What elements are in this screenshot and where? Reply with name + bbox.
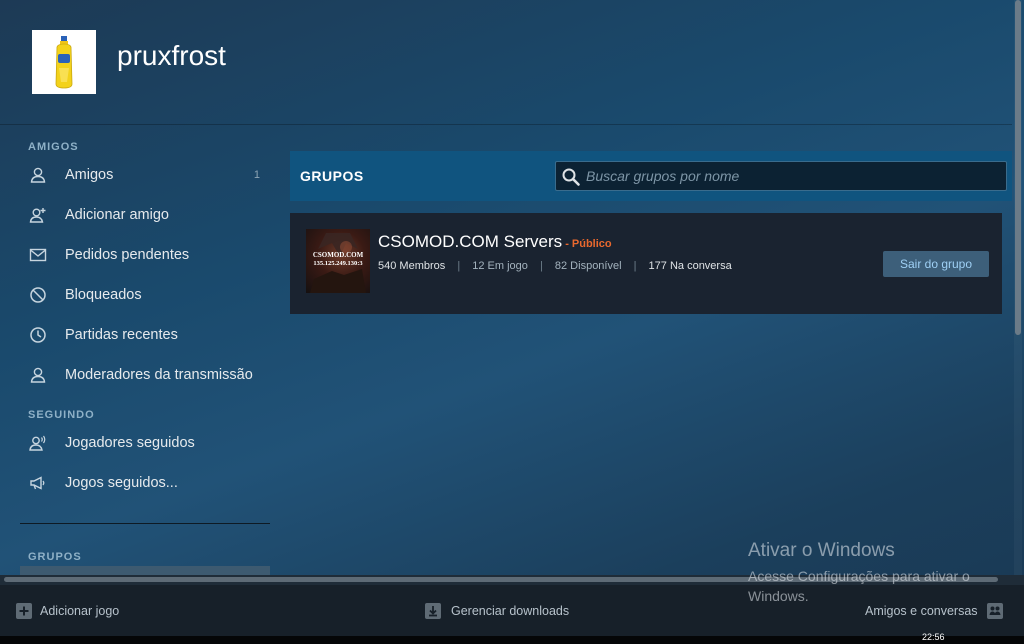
sidebar-item-blocked[interactable]: Bloqueados	[28, 280, 270, 310]
plus-icon	[16, 602, 32, 619]
group-name[interactable]: CSOMOD.COM Servers	[378, 232, 562, 251]
sidebar-divider	[20, 523, 270, 524]
stats-separator: |	[539, 260, 543, 272]
sidebar-item-followed-players[interactable]: Jogadores seguidos	[28, 428, 270, 458]
watermark-title: Ativar o Windows	[748, 540, 895, 561]
group-visibility: - Público	[565, 238, 612, 250]
groups-title: GRUPOS	[300, 168, 364, 184]
taskbar-clock: 22:56	[922, 632, 945, 642]
sidebar-item-label: Jogos seguidos...	[65, 475, 178, 491]
group-search-box[interactable]	[555, 161, 1007, 191]
sidebar-item-friends[interactable]: Amigos 1	[28, 160, 270, 190]
sidebar-item-label: Bloqueados	[65, 287, 142, 303]
profile-header: pruxfrost	[0, 0, 1012, 125]
sidebar-item-label: Moderadores da transmissão	[65, 367, 253, 383]
leave-group-button[interactable]: Sair do grupo	[883, 251, 989, 277]
in-game-count: 12 Em jogo	[472, 260, 528, 272]
envelope-icon	[28, 245, 48, 265]
person-icon	[28, 165, 48, 185]
chat-label: Na conversa	[669, 260, 732, 272]
person-icon	[28, 365, 48, 385]
add-game-button[interactable]: Adicionar jogo	[16, 585, 119, 636]
sidebar-item-label: Partidas recentes	[65, 327, 178, 343]
sidebar-item-add-friend[interactable]: Adicionar amigo	[28, 200, 270, 230]
sidebar-item-groups-selected[interactable]	[20, 566, 270, 575]
clock-icon	[28, 325, 48, 345]
members-count: 540	[378, 260, 397, 272]
sidebar-item-broadcast-moderators[interactable]: Moderadores da transmissão	[28, 360, 270, 390]
windows-activation-watermark: Ativar o Windows Acesse Configurações pa…	[748, 540, 1018, 606]
manage-downloads-button[interactable]: Gerenciar downloads	[425, 585, 569, 636]
online-count: 82 Disponível	[554, 260, 622, 272]
sidebar-item-label: Jogadores seguidos	[65, 435, 195, 451]
sidebar-item-pending-requests[interactable]: Pedidos pendentes	[28, 240, 270, 270]
avatar[interactable]	[32, 30, 96, 94]
person-broadcast-icon	[28, 433, 48, 453]
members-label: Membros	[399, 260, 446, 272]
group-avatar[interactable]: CSOMOD.COM 135.125.249.130:3	[306, 229, 370, 293]
watermark-subtitle: Acesse Configurações para ativar o Windo…	[748, 568, 970, 604]
section-title-groups: GRUPOS	[28, 551, 82, 563]
profile-username: pruxfrost	[117, 40, 226, 71]
sidebar-item-followed-games[interactable]: Jogos seguidos...	[28, 468, 270, 498]
group-search-input[interactable]	[586, 162, 996, 190]
group-avatar-text: CSOMOD.COM	[312, 251, 364, 259]
blocked-icon	[28, 285, 48, 305]
add-game-label: Adicionar jogo	[40, 603, 120, 618]
sidebar-item-label: Pedidos pendentes	[65, 247, 190, 263]
sidebar-item-label: Amigos	[65, 167, 114, 183]
group-avatar-ip: 135.125.249.130:3	[313, 260, 363, 267]
group-card[interactable]: CSOMOD.COM 135.125.249.130:3 CSOMOD.COM …	[290, 213, 1002, 314]
stats-separator: |	[457, 260, 461, 272]
group-stats: 540 Membros | 12 Em jogo | 82 Disponível…	[378, 260, 732, 272]
vertical-scrollbar[interactable]	[1014, 0, 1022, 580]
person-add-icon	[28, 205, 48, 225]
sidebar: AMIGOS Amigos 1 Adicionar amigo Pedidos …	[0, 124, 290, 575]
scrollbar-thumb[interactable]	[1015, 0, 1021, 335]
search-icon	[561, 167, 581, 187]
stats-separator: |	[633, 260, 637, 272]
manage-downloads-label: Gerenciar downloads	[451, 603, 570, 618]
group-name-line: CSOMOD.COM Servers - Público	[378, 232, 612, 252]
sidebar-item-label: Adicionar amigo	[65, 207, 169, 223]
sidebar-item-recent-matches[interactable]: Partidas recentes	[28, 320, 270, 350]
taskbar: 22:56	[0, 632, 1024, 644]
friends-count-badge: 1	[253, 169, 260, 181]
chat-count: 177	[648, 260, 667, 272]
download-icon	[425, 602, 441, 619]
megaphone-icon	[28, 473, 48, 493]
detergent-bottle-icon	[55, 36, 73, 89]
section-title-friends: AMIGOS	[28, 141, 79, 153]
section-title-following: SEGUINDO	[28, 409, 95, 421]
groups-header: GRUPOS	[290, 151, 1012, 201]
